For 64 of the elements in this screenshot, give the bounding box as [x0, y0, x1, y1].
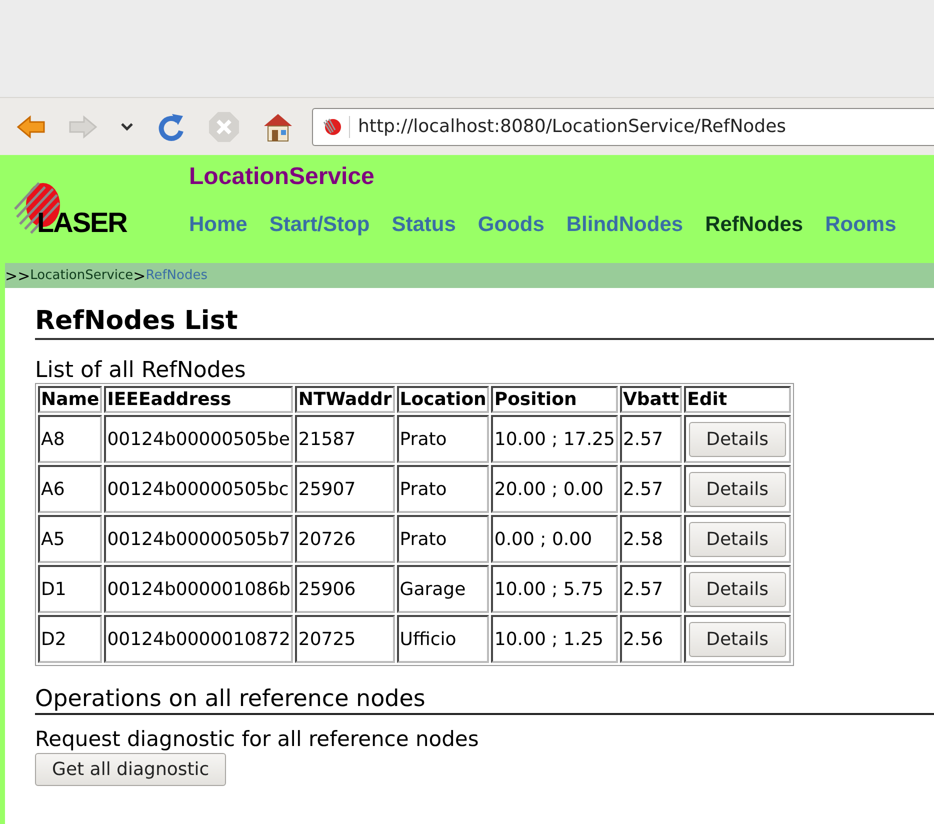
table-caption: List of all RefNodes	[35, 358, 247, 383]
details-button[interactable]: Details	[689, 422, 786, 456]
table-cell: 00124b00000505b7	[104, 515, 294, 563]
home-icon[interactable]	[262, 112, 294, 142]
nav-link[interactable]: RefNodes	[705, 213, 804, 237]
table-cell: 20726	[295, 515, 395, 563]
table-cell: Ufficio	[396, 615, 490, 663]
nav-link[interactable]: Home	[189, 213, 248, 237]
table-cell: Prato	[396, 465, 490, 513]
table-cell: 25907	[295, 465, 395, 513]
table-cell: 2.58	[620, 515, 682, 563]
app-title: LocationService	[189, 163, 376, 192]
description-text: Request diagnostic for all reference nodes	[35, 727, 480, 751]
table-cell: 10.00 ; 5.75	[491, 565, 618, 613]
table-cell: Prato	[396, 515, 490, 563]
table-cell: 10.00 ; 17.25	[491, 415, 618, 463]
address-bar[interactable]: http://localhost:8080/LocationService/RefNodes	[312, 108, 934, 146]
table-cell: A6	[38, 465, 102, 513]
table-cell: 21587	[295, 415, 395, 463]
table-cell: 2.56	[620, 615, 682, 663]
column-header: Location	[396, 386, 490, 413]
table-cell: 2.57	[620, 465, 682, 513]
get-all-diagnostic-button[interactable]: Get all diagnostic	[35, 753, 226, 786]
details-button[interactable]: Details	[689, 622, 786, 656]
table-cell: 00124b000001086b	[104, 565, 294, 613]
column-header: Name	[38, 386, 102, 413]
table-cell: 20725	[295, 615, 395, 663]
back-icon[interactable]	[16, 114, 46, 140]
nav-link[interactable]: Start/Stop	[269, 213, 370, 237]
table-cell: 00124b0000010872	[104, 615, 294, 663]
nav-link[interactable]: Status	[392, 213, 456, 237]
table-cell: 0.00 ; 0.00	[491, 515, 618, 563]
table-cell: D1	[38, 565, 102, 613]
laser-logo: LASER	[5, 155, 185, 263]
details-button[interactable]: Details	[689, 472, 786, 506]
column-header: Position	[491, 386, 618, 413]
table-cell: D2	[38, 615, 102, 663]
column-header: Vbatt	[620, 386, 682, 413]
section-title: Operations on all reference nodes	[35, 686, 934, 715]
table-cell: Prato	[396, 415, 490, 463]
breadcrumb-separator: >>	[5, 266, 30, 284]
nav-link[interactable]: Rooms	[825, 213, 896, 237]
table-cell: 00124b00000505be	[104, 415, 294, 463]
details-button[interactable]: Details	[689, 522, 786, 556]
table-cell: 10.00 ; 1.25	[491, 615, 618, 663]
dropdown-icon[interactable]	[120, 122, 134, 132]
table-cell: 25906	[295, 565, 395, 613]
column-header: NTWaddr	[295, 386, 395, 413]
details-button[interactable]: Details	[689, 572, 786, 606]
column-header: Edit	[684, 386, 791, 413]
column-header: IEEEaddress	[104, 386, 294, 413]
table-cell: A5	[38, 515, 102, 563]
breadcrumb-link[interactable]: LocationService	[30, 268, 134, 283]
table-cell: 20.00 ; 0.00	[491, 465, 618, 513]
table-cell: 2.57	[620, 565, 682, 613]
table-cell: 2.57	[620, 415, 682, 463]
page-title: RefNodes List	[35, 306, 934, 340]
nav-link[interactable]: Goods	[478, 213, 544, 237]
nav-link[interactable]: BlindNodes	[566, 213, 684, 237]
table-cell: 00124b00000505bc	[104, 465, 294, 513]
table-cell: Garage	[396, 565, 490, 613]
table-cell: A8	[38, 415, 102, 463]
breadcrumb-separator: >	[133, 266, 146, 284]
site-icon	[321, 116, 350, 138]
